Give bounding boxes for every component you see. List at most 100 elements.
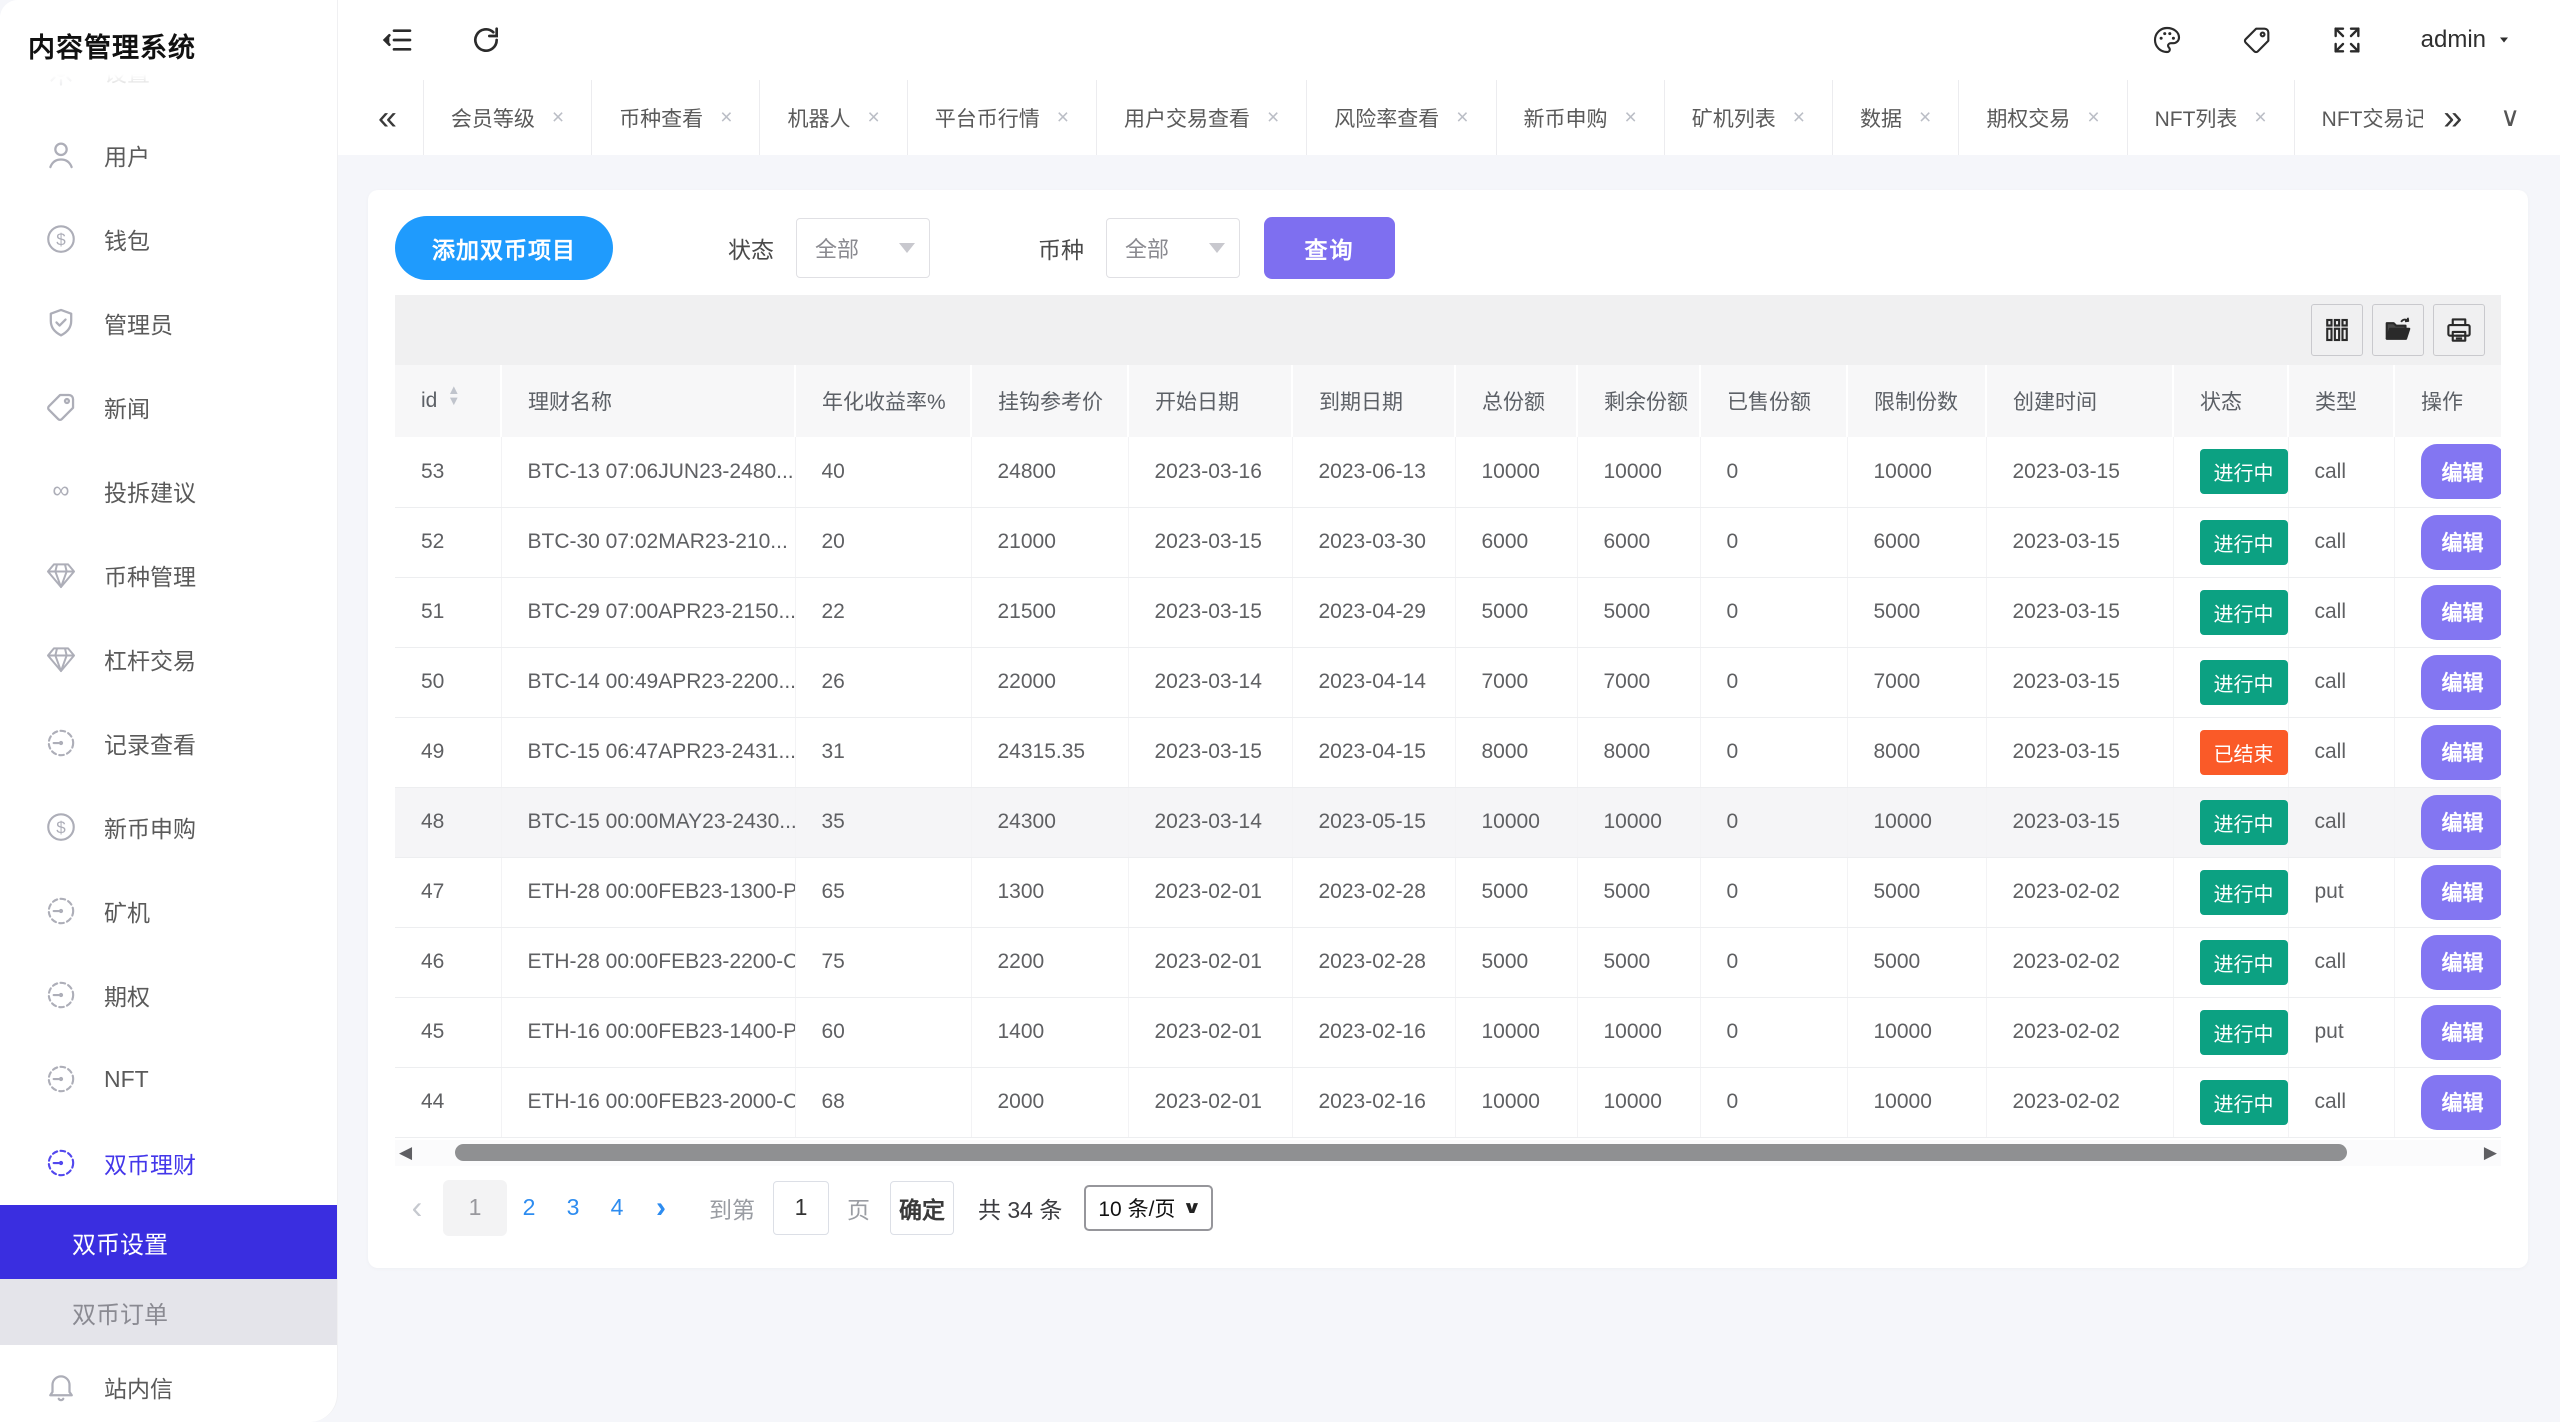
tab[interactable]: 期权交易 × [1959,80,2127,155]
cell-created: 2023-03-15 [1986,437,2173,507]
tab-label: 机器人 [787,103,850,133]
cell-sold: 0 [1700,857,1847,927]
sidebar-item[interactable]: 管理员 [0,281,337,365]
sidebar-item[interactable]: 矿机 [0,869,337,953]
sort-icon[interactable]: ▲▼ [447,390,460,412]
add-project-button[interactable]: 添加双币项目 [395,216,613,280]
query-button[interactable]: 查询 [1264,217,1395,279]
cell-total: 10000 [1455,1067,1577,1137]
close-icon[interactable]: × [1793,106,1805,130]
close-icon[interactable]: × [1057,106,1069,130]
tab[interactable]: 风险率查看 × [1307,80,1496,155]
column-header-label: 状态 [2200,386,2242,416]
chevron-down-icon[interactable]: ∨ [2500,102,2520,133]
confirm-button[interactable]: 确定 [890,1181,954,1235]
tab[interactable]: 会员等级 × [424,80,592,155]
close-icon[interactable]: × [2087,106,2099,130]
page-number[interactable]: 1 [443,1180,507,1236]
cell-sold: 0 [1700,577,1847,647]
close-icon[interactable]: × [552,106,564,130]
tab[interactable]: 平台币行情 × [908,80,1097,155]
sidebar-item[interactable]: $ 新币申购 [0,785,337,869]
page-number[interactable]: 2 [507,1194,551,1221]
tab[interactable]: 新币申购 × [1497,80,1665,155]
coin-select[interactable]: 全部 [1106,218,1240,278]
scroll-left-icon[interactable]: ◀ [399,1143,412,1163]
tab[interactable]: 币种查看 × [592,80,760,155]
chevrons-right-icon[interactable]: » [2443,101,2462,135]
menu-fold-icon[interactable] [382,24,414,56]
edit-button[interactable]: 编辑 [2421,795,2502,850]
edit-button[interactable]: 编辑 [2421,515,2502,570]
cell-ref-price: 1300 [971,857,1128,927]
tab[interactable]: 用户交易查看 × [1097,80,1307,155]
tab[interactable]: NFT交易记录 × [2295,80,2424,155]
print-icon[interactable] [2433,304,2485,356]
columns-icon[interactable] [2311,304,2363,356]
palette-icon[interactable] [2151,24,2183,56]
edit-button[interactable]: 编辑 [2421,655,2502,710]
column-header-label: 到期日期 [1319,386,1403,416]
header-left-icons [382,24,502,56]
cell-type: call [2288,927,2394,997]
sidebar-item[interactable]: 币种管理 [0,533,337,617]
edit-button[interactable]: 编辑 [2421,725,2502,780]
close-icon[interactable]: × [1625,106,1637,130]
tab[interactable]: 数据 × [1833,80,1959,155]
cell-type: call [2288,647,2394,717]
cell-ref-price: 22000 [971,647,1128,717]
cell-start-date: 2023-03-14 [1128,647,1292,717]
app-title: 内容管理系统 [0,0,337,65]
sidebar-item[interactable]: ∞ 投拆建议 [0,449,337,533]
edit-button[interactable]: 编辑 [2421,865,2502,920]
status-select[interactable]: 全部 [796,218,930,278]
sidebar-item[interactable]: 站内信 [0,1345,337,1422]
chevrons-left-icon[interactable]: « [378,101,397,135]
sidebar-subitem[interactable]: 双币设置 [0,1205,337,1279]
table-row: 45 ETH-16 00:00FEB23-1400-P 60 1400 2023… [395,997,2501,1067]
scroll-right-icon[interactable]: ▶ [2484,1143,2497,1163]
cell-type: put [2288,997,2394,1067]
tab[interactable]: 矿机列表 × [1665,80,1833,155]
edit-button[interactable]: 编辑 [2421,444,2502,499]
sidebar-item[interactable]: $ 钱包 [0,197,337,281]
sidebar-item-label: 用户 [104,138,150,172]
edit-button[interactable]: 编辑 [2421,935,2502,990]
close-icon[interactable]: × [2254,106,2266,130]
edit-button[interactable]: 编辑 [2421,585,2502,640]
status-select-value: 全部 [815,232,899,264]
close-icon[interactable]: × [720,106,732,130]
sidebar-item[interactable]: 双币理财 [0,1121,337,1205]
page-size-select[interactable]: 10 条/页 ∨ [1084,1185,1213,1231]
tag-icon[interactable] [2241,24,2273,56]
sidebar-item[interactable]: 杠杆交易 [0,617,337,701]
cell-id: 52 [395,507,501,577]
fullscreen-icon[interactable] [2331,24,2363,56]
close-icon[interactable]: × [1919,106,1931,130]
sidebar-item[interactable]: 期权 [0,953,337,1037]
edit-button[interactable]: 编辑 [2421,1005,2502,1060]
goto-page-input[interactable] [773,1181,829,1235]
export-icon[interactable] [2372,304,2424,356]
page-number[interactable]: 3 [551,1194,595,1221]
page-number[interactable]: 4 [595,1194,639,1221]
user-name: admin [2421,26,2486,54]
sidebar-item[interactable]: NFT [0,1037,337,1121]
cell-limit: 10000 [1847,787,1986,857]
tab[interactable]: NFT列表 × [2128,80,2295,155]
refresh-icon[interactable] [470,24,502,56]
scrollbar-thumb[interactable] [455,1144,2347,1161]
column-header-label: 开始日期 [1155,386,1239,416]
close-icon[interactable]: × [1267,106,1279,130]
sidebar-item[interactable]: 记录查看 [0,701,337,785]
user-menu[interactable]: admin [2421,26,2512,54]
cell-type: call [2288,577,2394,647]
next-page-icon[interactable]: › [639,1191,683,1225]
tab[interactable]: 机器人 × [760,80,907,155]
edit-button[interactable]: 编辑 [2421,1075,2502,1130]
sidebar-subitem[interactable]: 双币订单 [0,1279,337,1345]
close-icon[interactable]: × [867,106,879,130]
close-icon[interactable]: × [1456,106,1468,130]
sidebar-item[interactable]: 新闻 [0,365,337,449]
prev-page-icon[interactable]: ‹ [395,1189,439,1226]
